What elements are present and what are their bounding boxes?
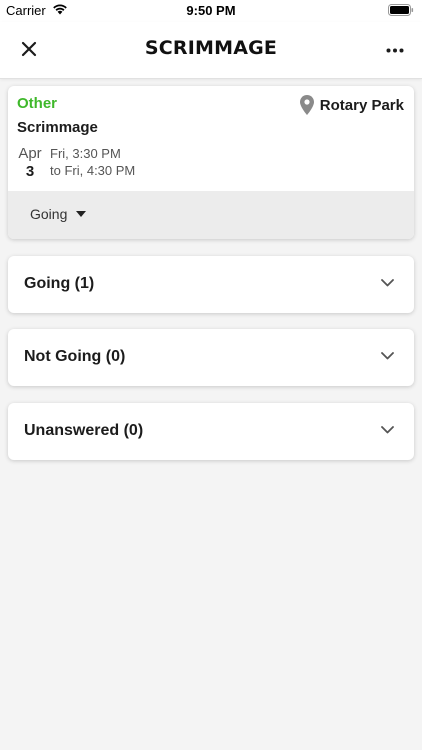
status-bar: Carrier 9:50 PM: [0, 0, 422, 22]
chevron-down-icon: [381, 426, 394, 434]
event-day: 3: [25, 163, 35, 180]
section-label: Not Going (0): [24, 348, 126, 365]
event-date: Apr 3: [16, 145, 44, 182]
battery-icon: [388, 4, 414, 19]
event-location[interactable]: Rotary Park: [299, 95, 404, 115]
event-end-time: to Fri, 4:30 PM: [50, 163, 136, 178]
event-name: Scrimmage: [17, 119, 98, 136]
section-unanswered[interactable]: Unanswered (0): [8, 403, 414, 460]
event-month: Apr: [18, 145, 42, 162]
section-going[interactable]: Going (1): [8, 256, 414, 313]
section-not-going[interactable]: Not Going (0): [8, 329, 414, 386]
rsvp-selected-value: Going: [30, 206, 68, 222]
chevron-down-icon: [381, 279, 394, 287]
status-time: 9:50 PM: [186, 3, 236, 18]
section-label: Going (1): [24, 275, 95, 292]
map-pin-icon: [299, 95, 314, 115]
event-card: Other Rotary Park Scrimmage Apr 3 Fri, 3…: [8, 86, 414, 239]
event-start-time: Fri, 3:30 PM: [50, 146, 121, 161]
more-button[interactable]: [380, 36, 410, 64]
nav-bar: SCRIMMAGE: [0, 22, 422, 79]
caret-down-icon: [76, 211, 87, 217]
page-title: SCRIMMAGE: [144, 37, 278, 59]
event-location-label: Rotary Park: [319, 96, 404, 114]
more-horizontal-icon: [386, 48, 404, 52]
rsvp-bar: Going: [8, 191, 414, 239]
section-label: Unanswered (0): [24, 422, 144, 439]
rsvp-dropdown[interactable]: Going: [30, 206, 87, 222]
chevron-down-icon: [381, 352, 394, 360]
event-times: Fri, 3:30 PM to Fri, 4:30 PM: [50, 145, 135, 179]
event-type-label: Other: [17, 95, 58, 112]
